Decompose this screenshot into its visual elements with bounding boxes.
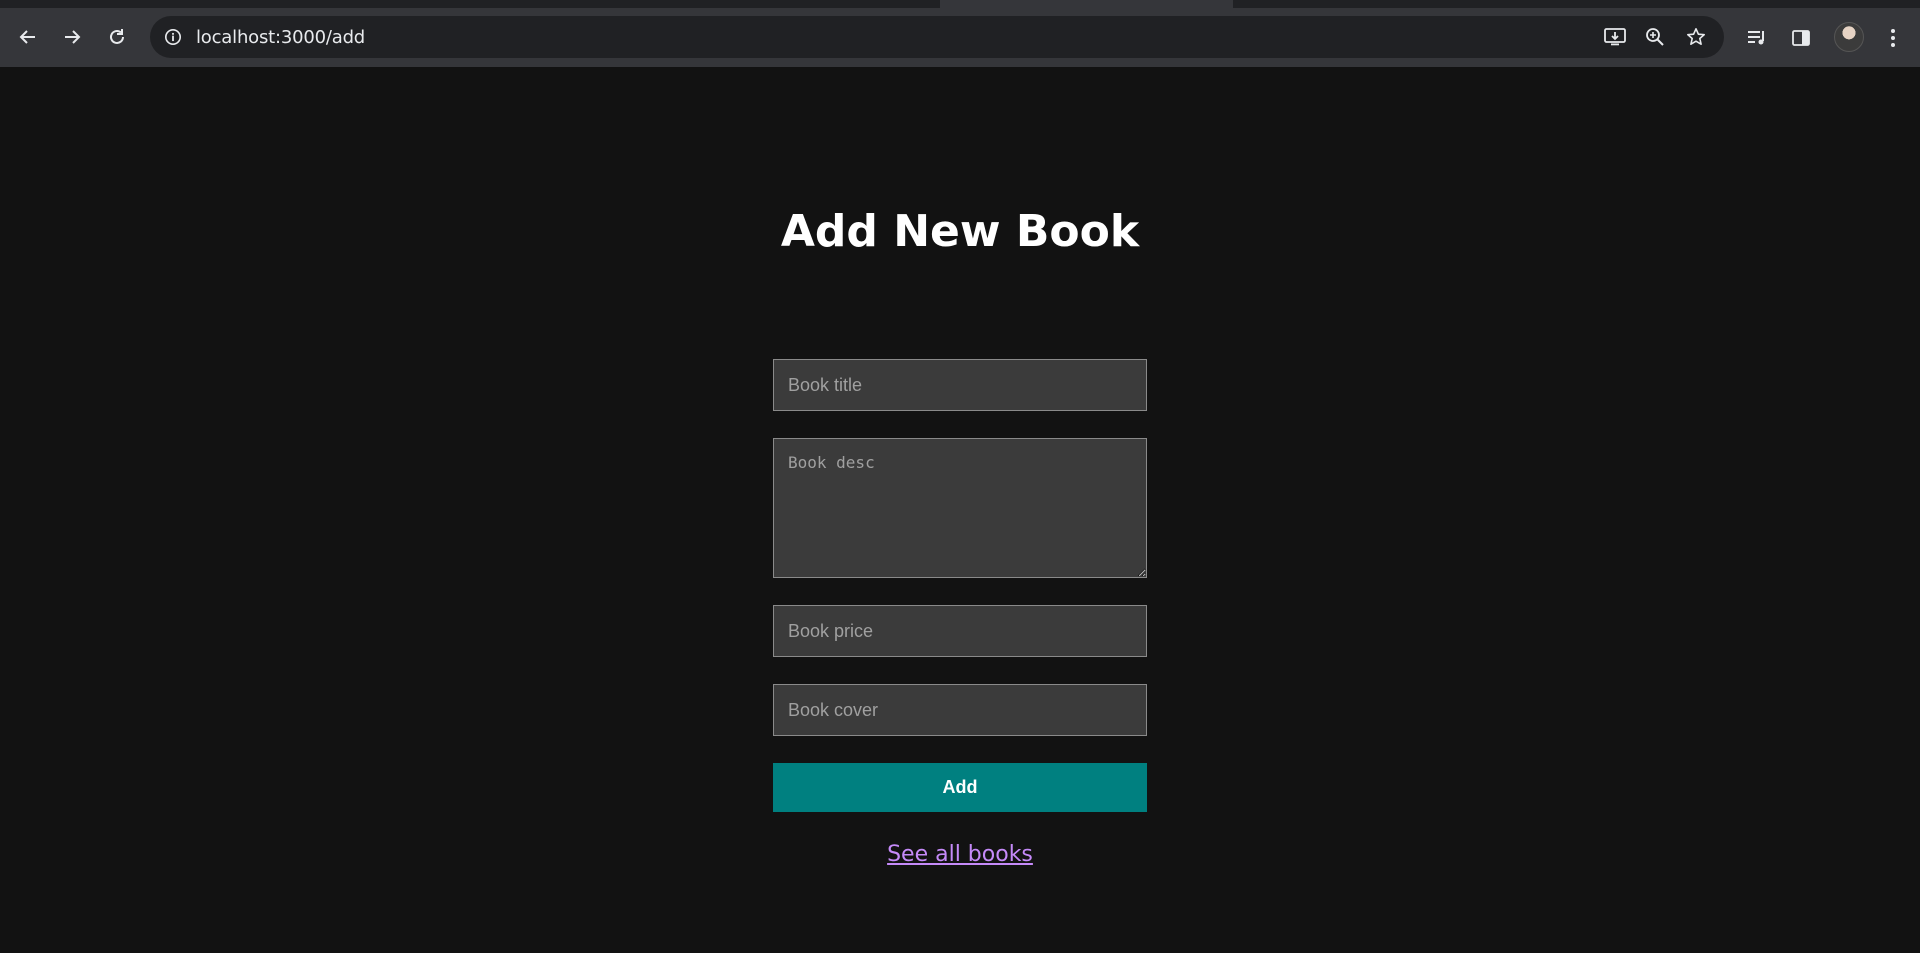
zoom-icon[interactable] xyxy=(1643,26,1667,48)
address-bar[interactable]: localhost:3000/add xyxy=(150,16,1724,58)
book-title-input[interactable] xyxy=(773,359,1147,411)
arrow-left-icon xyxy=(19,30,35,44)
arrow-right-icon xyxy=(65,30,81,44)
see-all-books-container: See all books xyxy=(0,842,1920,867)
avatar[interactable] xyxy=(1834,22,1864,52)
active-tab[interactable] xyxy=(940,0,1233,8)
media-queue-icon[interactable] xyxy=(1744,25,1770,51)
book-cover-input[interactable] xyxy=(773,684,1147,736)
reload-button[interactable] xyxy=(102,22,132,52)
kebab-menu-icon[interactable] xyxy=(1880,25,1906,51)
add-button[interactable]: Add xyxy=(773,763,1147,812)
book-desc-textarea[interactable] xyxy=(773,438,1147,578)
book-price-input[interactable] xyxy=(773,605,1147,657)
back-button[interactable] xyxy=(13,22,43,52)
side-panel-icon[interactable] xyxy=(1788,25,1814,51)
page-title: Add New Book xyxy=(780,206,1140,257)
forward-button[interactable] xyxy=(57,22,87,52)
install-app-icon[interactable] xyxy=(1603,26,1627,48)
reload-icon xyxy=(110,29,124,44)
tab-strip xyxy=(0,0,1920,8)
url-text[interactable]: localhost:3000/add xyxy=(196,27,365,48)
browser-toolbar: localhost:3000/add xyxy=(0,8,1920,67)
info-icon[interactable] xyxy=(162,26,184,48)
see-all-books-link[interactable]: See all books xyxy=(887,842,1033,867)
star-icon[interactable] xyxy=(1684,26,1708,48)
